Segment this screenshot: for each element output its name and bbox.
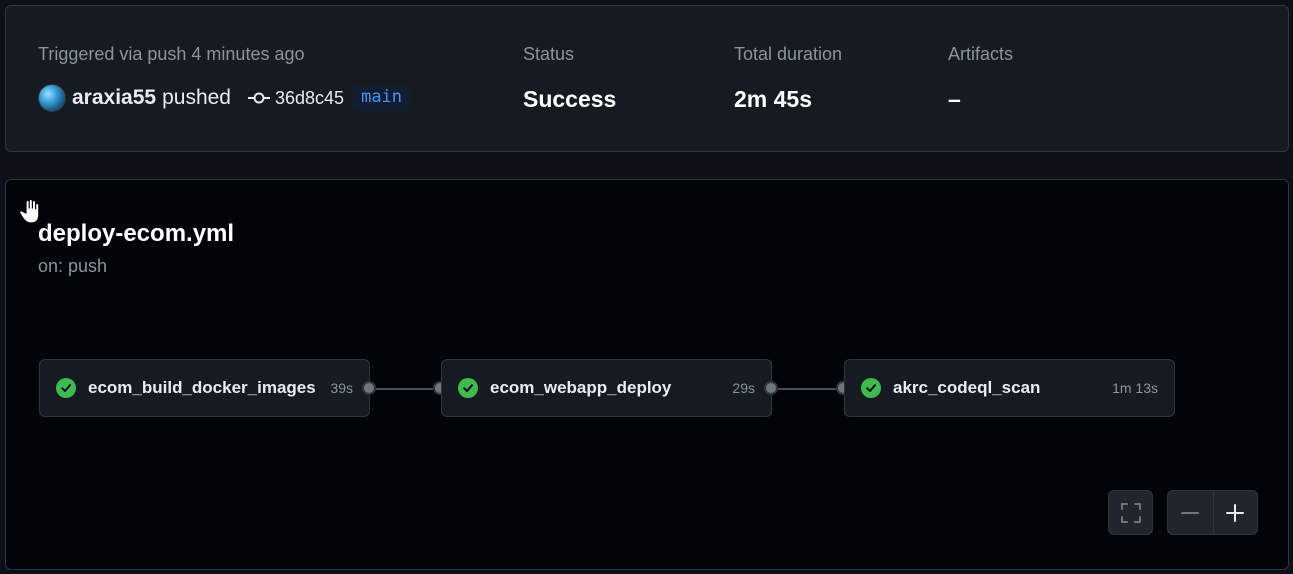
job-ecom-webapp-deploy[interactable]: ecom_webapp_deploy 29s <box>441 359 772 417</box>
job-name: ecom_build_docker_images <box>88 378 316 397</box>
artifacts-label: Artifacts <box>948 44 1014 64</box>
job-connector <box>778 388 836 390</box>
zoom-in-button[interactable] <box>1212 491 1258 534</box>
fullscreen-button[interactable] <box>1108 490 1153 535</box>
zoom-out-button[interactable] <box>1168 491 1213 534</box>
zoom-out-icon <box>1181 511 1200 514</box>
status-label: Status <box>523 44 575 64</box>
trigger-details: araxia55 pushed 36d8c45 main <box>38 83 412 113</box>
zoom-controls <box>1167 490 1258 535</box>
job-output-port <box>362 381 376 395</box>
job-ecom-build-docker-images[interactable]: ecom_build_docker_images 39s <box>39 359 370 417</box>
run-summary: Triggered via push 4 minutes ago araxia5… <box>5 5 1289 152</box>
job-duration: 1m 13s <box>1112 380 1158 396</box>
commit-sha-link[interactable]: 36d8c45 <box>275 88 344 109</box>
job-duration: 39s <box>330 380 353 396</box>
job-name: ecom_webapp_deploy <box>490 378 672 397</box>
status-value: Success <box>523 86 617 112</box>
job-name: akrc_codeql_scan <box>893 378 1041 397</box>
fullscreen-icon <box>1120 502 1141 523</box>
success-check-icon <box>56 378 76 398</box>
job-output-port <box>764 381 778 395</box>
artifacts-value: – <box>948 86 961 112</box>
actor-link[interactable]: araxia55 <box>72 86 156 110</box>
avatar[interactable] <box>38 84 66 112</box>
branch-badge[interactable]: main <box>352 85 412 111</box>
duration-value: 2m 45s <box>734 86 813 112</box>
job-connector <box>376 388 433 390</box>
trigger-label: Triggered via push 4 minutes ago <box>38 44 305 64</box>
action-text: pushed <box>162 86 231 109</box>
job-akrc-codeql-scan[interactable]: akrc_codeql_scan 1m 13s <box>844 359 1175 417</box>
success-check-icon <box>458 378 478 398</box>
workflow-graph[interactable]: deploy-ecom.yml on: push ecom_build_dock… <box>5 179 1289 570</box>
success-check-icon <box>861 378 881 398</box>
duration-label: Total duration <box>734 44 843 64</box>
zoom-in-icon <box>1226 503 1245 522</box>
job-duration: 29s <box>732 380 755 396</box>
commit-icon <box>248 92 270 104</box>
workflow-trigger: on: push <box>38 256 108 276</box>
workflow-file-name: deploy-ecom.yml <box>38 220 235 247</box>
